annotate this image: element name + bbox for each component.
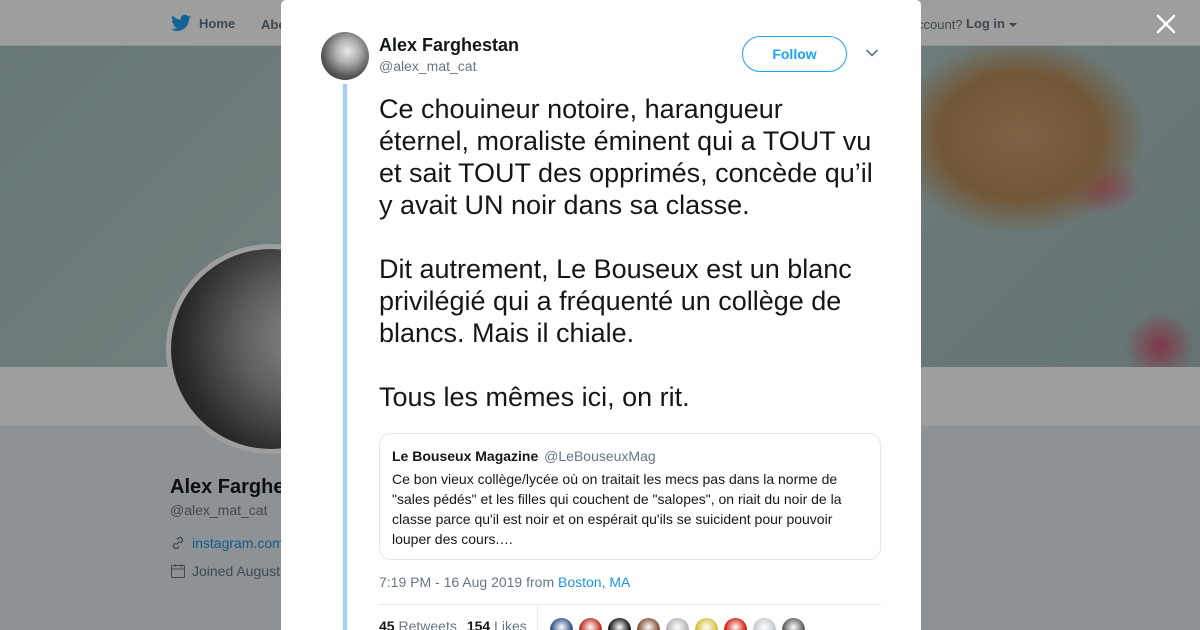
liker-avatar[interactable]: [578, 617, 603, 630]
close-icon[interactable]: [1152, 10, 1180, 38]
liker-avatar[interactable]: [607, 617, 632, 630]
quoted-tweet-text: Ce bon vieux collège/lycée où on traitai…: [392, 471, 842, 547]
quoted-author-handle: @LeBouseuxMag: [544, 448, 656, 464]
author-avatar[interactable]: [321, 32, 369, 80]
tweet-location[interactable]: Boston, MA: [558, 574, 630, 590]
likes-label: Likes: [494, 618, 527, 630]
chevron-down-icon[interactable]: [865, 46, 879, 60]
retweets-count: 45: [379, 618, 395, 630]
tweet-timestamp[interactable]: 7:19 PM - 16 Aug 2019 from: [379, 574, 554, 590]
tweet-stats: 45 Retweets 154 Likes: [379, 618, 527, 630]
liker-avatar[interactable]: [665, 617, 690, 630]
likes-count: 154: [466, 618, 491, 630]
stats-divider: [379, 604, 881, 605]
liker-avatar[interactable]: [781, 617, 806, 630]
liker-avatar[interactable]: [752, 617, 777, 630]
likes-stat[interactable]: 154 Likes: [467, 618, 527, 630]
tweet-text: Ce chouineur notoire, harangueur éternel…: [379, 94, 873, 412]
retweets-stat[interactable]: 45 Retweets: [379, 618, 457, 630]
author-name[interactable]: Alex Farghestan: [379, 35, 519, 56]
retweets-label: Retweets: [398, 618, 457, 630]
thread-line: [343, 84, 347, 630]
liker-avatar[interactable]: [636, 617, 661, 630]
stats-separator: [537, 606, 538, 630]
liker-avatar[interactable]: [549, 617, 574, 630]
tweet-modal: Alex Farghestan @alex_mat_cat Follow Ce …: [281, 0, 921, 630]
liker-avatar[interactable]: [723, 617, 748, 630]
quoted-author-name: Le Bouseux Magazine: [392, 448, 539, 464]
tweet-metadata: 7:19 PM - 16 Aug 2019 from Boston, MA: [379, 574, 630, 590]
follow-button[interactable]: Follow: [742, 36, 847, 72]
liker-avatar[interactable]: [694, 617, 719, 630]
quoted-tweet-header: Le Bouseux Magazine @LeBouseuxMag: [392, 447, 868, 465]
quoted-tweet[interactable]: Le Bouseux Magazine @LeBouseuxMag Ce bon…: [379, 433, 881, 560]
liker-avatars: [549, 617, 806, 630]
author-handle[interactable]: @alex_mat_cat: [379, 58, 476, 74]
